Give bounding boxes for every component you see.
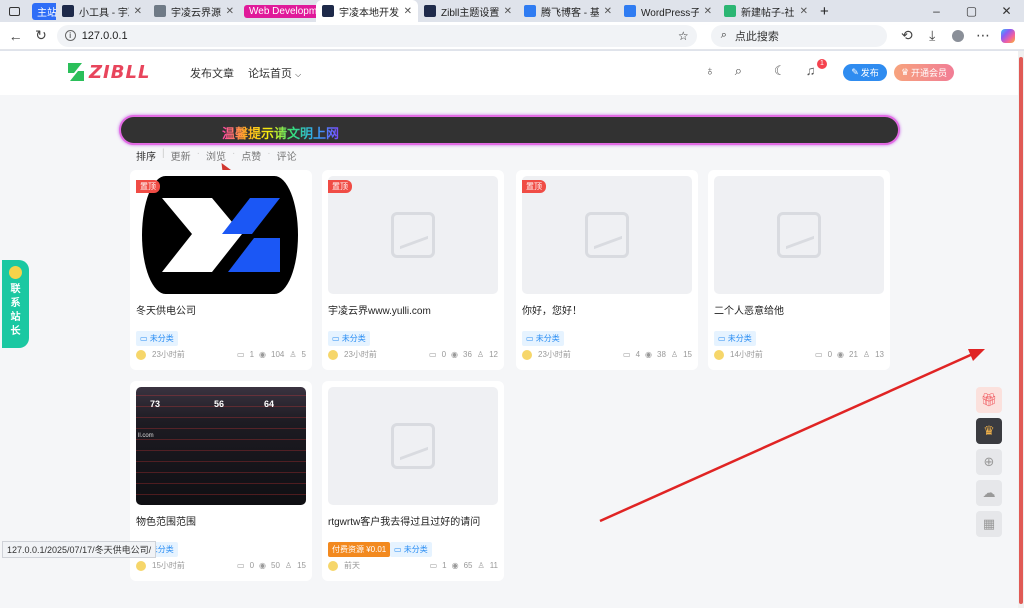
more-icon[interactable]: ⋯ — [973, 25, 992, 47]
back-icon[interactable]: ← — [6, 25, 25, 47]
search-box[interactable]: ⌕ 点此搜索 — [710, 24, 888, 47]
browser-tab[interactable]: WordPress子比种 ✕ — [618, 0, 718, 22]
tab-close-icon[interactable]: ✕ — [704, 6, 712, 17]
bookmark-star-icon[interactable]: ☆ — [678, 29, 689, 43]
search-icon: ⌕ — [720, 29, 727, 41]
tab-favicon-icon — [624, 5, 636, 17]
browser-tab[interactable]: 主站 — [28, 0, 56, 22]
browser-tab[interactable]: 腾飞博客 - 基于新 ✕ — [518, 0, 618, 22]
reload-icon[interactable]: ↻ — [31, 25, 50, 47]
browser-tab[interactable]: 宇凌本地开发网站 ✕ — [316, 0, 418, 22]
copilot-icon[interactable] — [999, 25, 1018, 47]
tab-title: 腾飞博客 - 基于新 — [541, 7, 599, 19]
tab-title: 新建帖子-社区-W — [741, 7, 795, 19]
window-controls: – ▢ ✕ — [919, 0, 1024, 22]
close-icon[interactable]: ✕ — [989, 0, 1024, 22]
tab-group-label[interactable]: Web Development — [244, 4, 316, 18]
tab-close-icon[interactable]: ✕ — [404, 6, 412, 17]
address-bar[interactable]: i 127.0.0.1 ☆ — [56, 24, 697, 47]
tab-group-label[interactable]: 主站 — [32, 2, 56, 20]
browser-tab[interactable]: 新建帖子-社区-W ✕ — [718, 0, 814, 22]
window-menu-icon[interactable] — [0, 0, 28, 22]
scrollbar-thumb[interactable] — [1019, 57, 1023, 604]
browser-tab[interactable]: 宇凌云界源码网 ✕ — [148, 0, 240, 22]
browser-tab[interactable]: Zibll主题设置 - 宇 ✕ — [418, 0, 518, 22]
browser-toolbar: ← ↻ i 127.0.0.1 ☆ ⌕ 点此搜索 ⟲ ⤓ ⋯ — [0, 22, 1024, 50]
browser-tab[interactable]: Web Development — [240, 0, 316, 22]
status-url: 127.0.0.1/2025/07/17/冬天供电公司/ — [2, 541, 157, 558]
new-tab-button[interactable]: + — [814, 0, 835, 22]
browser-tab[interactable]: 小工具 - 宇凌云界 ✕ — [56, 0, 148, 22]
tab-close-icon[interactable]: ✕ — [134, 6, 142, 17]
tab-close-icon[interactable]: ✕ — [604, 6, 612, 17]
tab-title: 宇凌云界源码网 — [171, 7, 221, 19]
history-icon[interactable]: ⟲ — [897, 25, 916, 47]
tab-favicon-icon — [322, 5, 334, 17]
maximize-icon[interactable]: ▢ — [954, 0, 989, 22]
tab-close-icon[interactable]: ✕ — [504, 6, 512, 17]
annotation-arrow — [599, 349, 985, 523]
tab-close-icon[interactable]: ✕ — [800, 6, 808, 17]
tab-favicon-icon — [154, 5, 166, 17]
url-text: 127.0.0.1 — [81, 29, 128, 42]
page-scrollbar[interactable] — [1018, 51, 1024, 608]
tab-favicon-icon — [724, 5, 736, 17]
minimize-icon[interactable]: – — [919, 0, 954, 22]
tab-favicon-icon — [424, 5, 436, 17]
tab-title: 小工具 - 宇凌云界 — [79, 7, 129, 19]
tab-title: WordPress子比种 — [641, 7, 699, 19]
tab-close-icon[interactable]: ✕ — [226, 6, 234, 17]
tab-favicon-icon — [524, 5, 536, 17]
search-placeholder: 点此搜索 — [734, 30, 779, 43]
web-page: ZIBLL 发布文章 论坛首页 ⌵ ♁ ⌕ ☾ ♫ 1 ✎ 发布 ♛ 开通会员 温馨… — [0, 51, 1024, 608]
tab-title: 宇凌本地开发网站 — [339, 7, 399, 19]
tab-title: Zibll主题设置 - 宇 — [441, 7, 499, 19]
download-icon[interactable]: ⤓ — [923, 25, 942, 47]
profile-icon[interactable] — [948, 25, 967, 47]
info-icon[interactable]: i — [64, 30, 76, 41]
tab-strip: 主站小工具 - 宇凌云界✕宇凌云界源码网✕Web Development宇凌本地… — [0, 0, 1024, 22]
tab-favicon-icon — [62, 5, 74, 17]
